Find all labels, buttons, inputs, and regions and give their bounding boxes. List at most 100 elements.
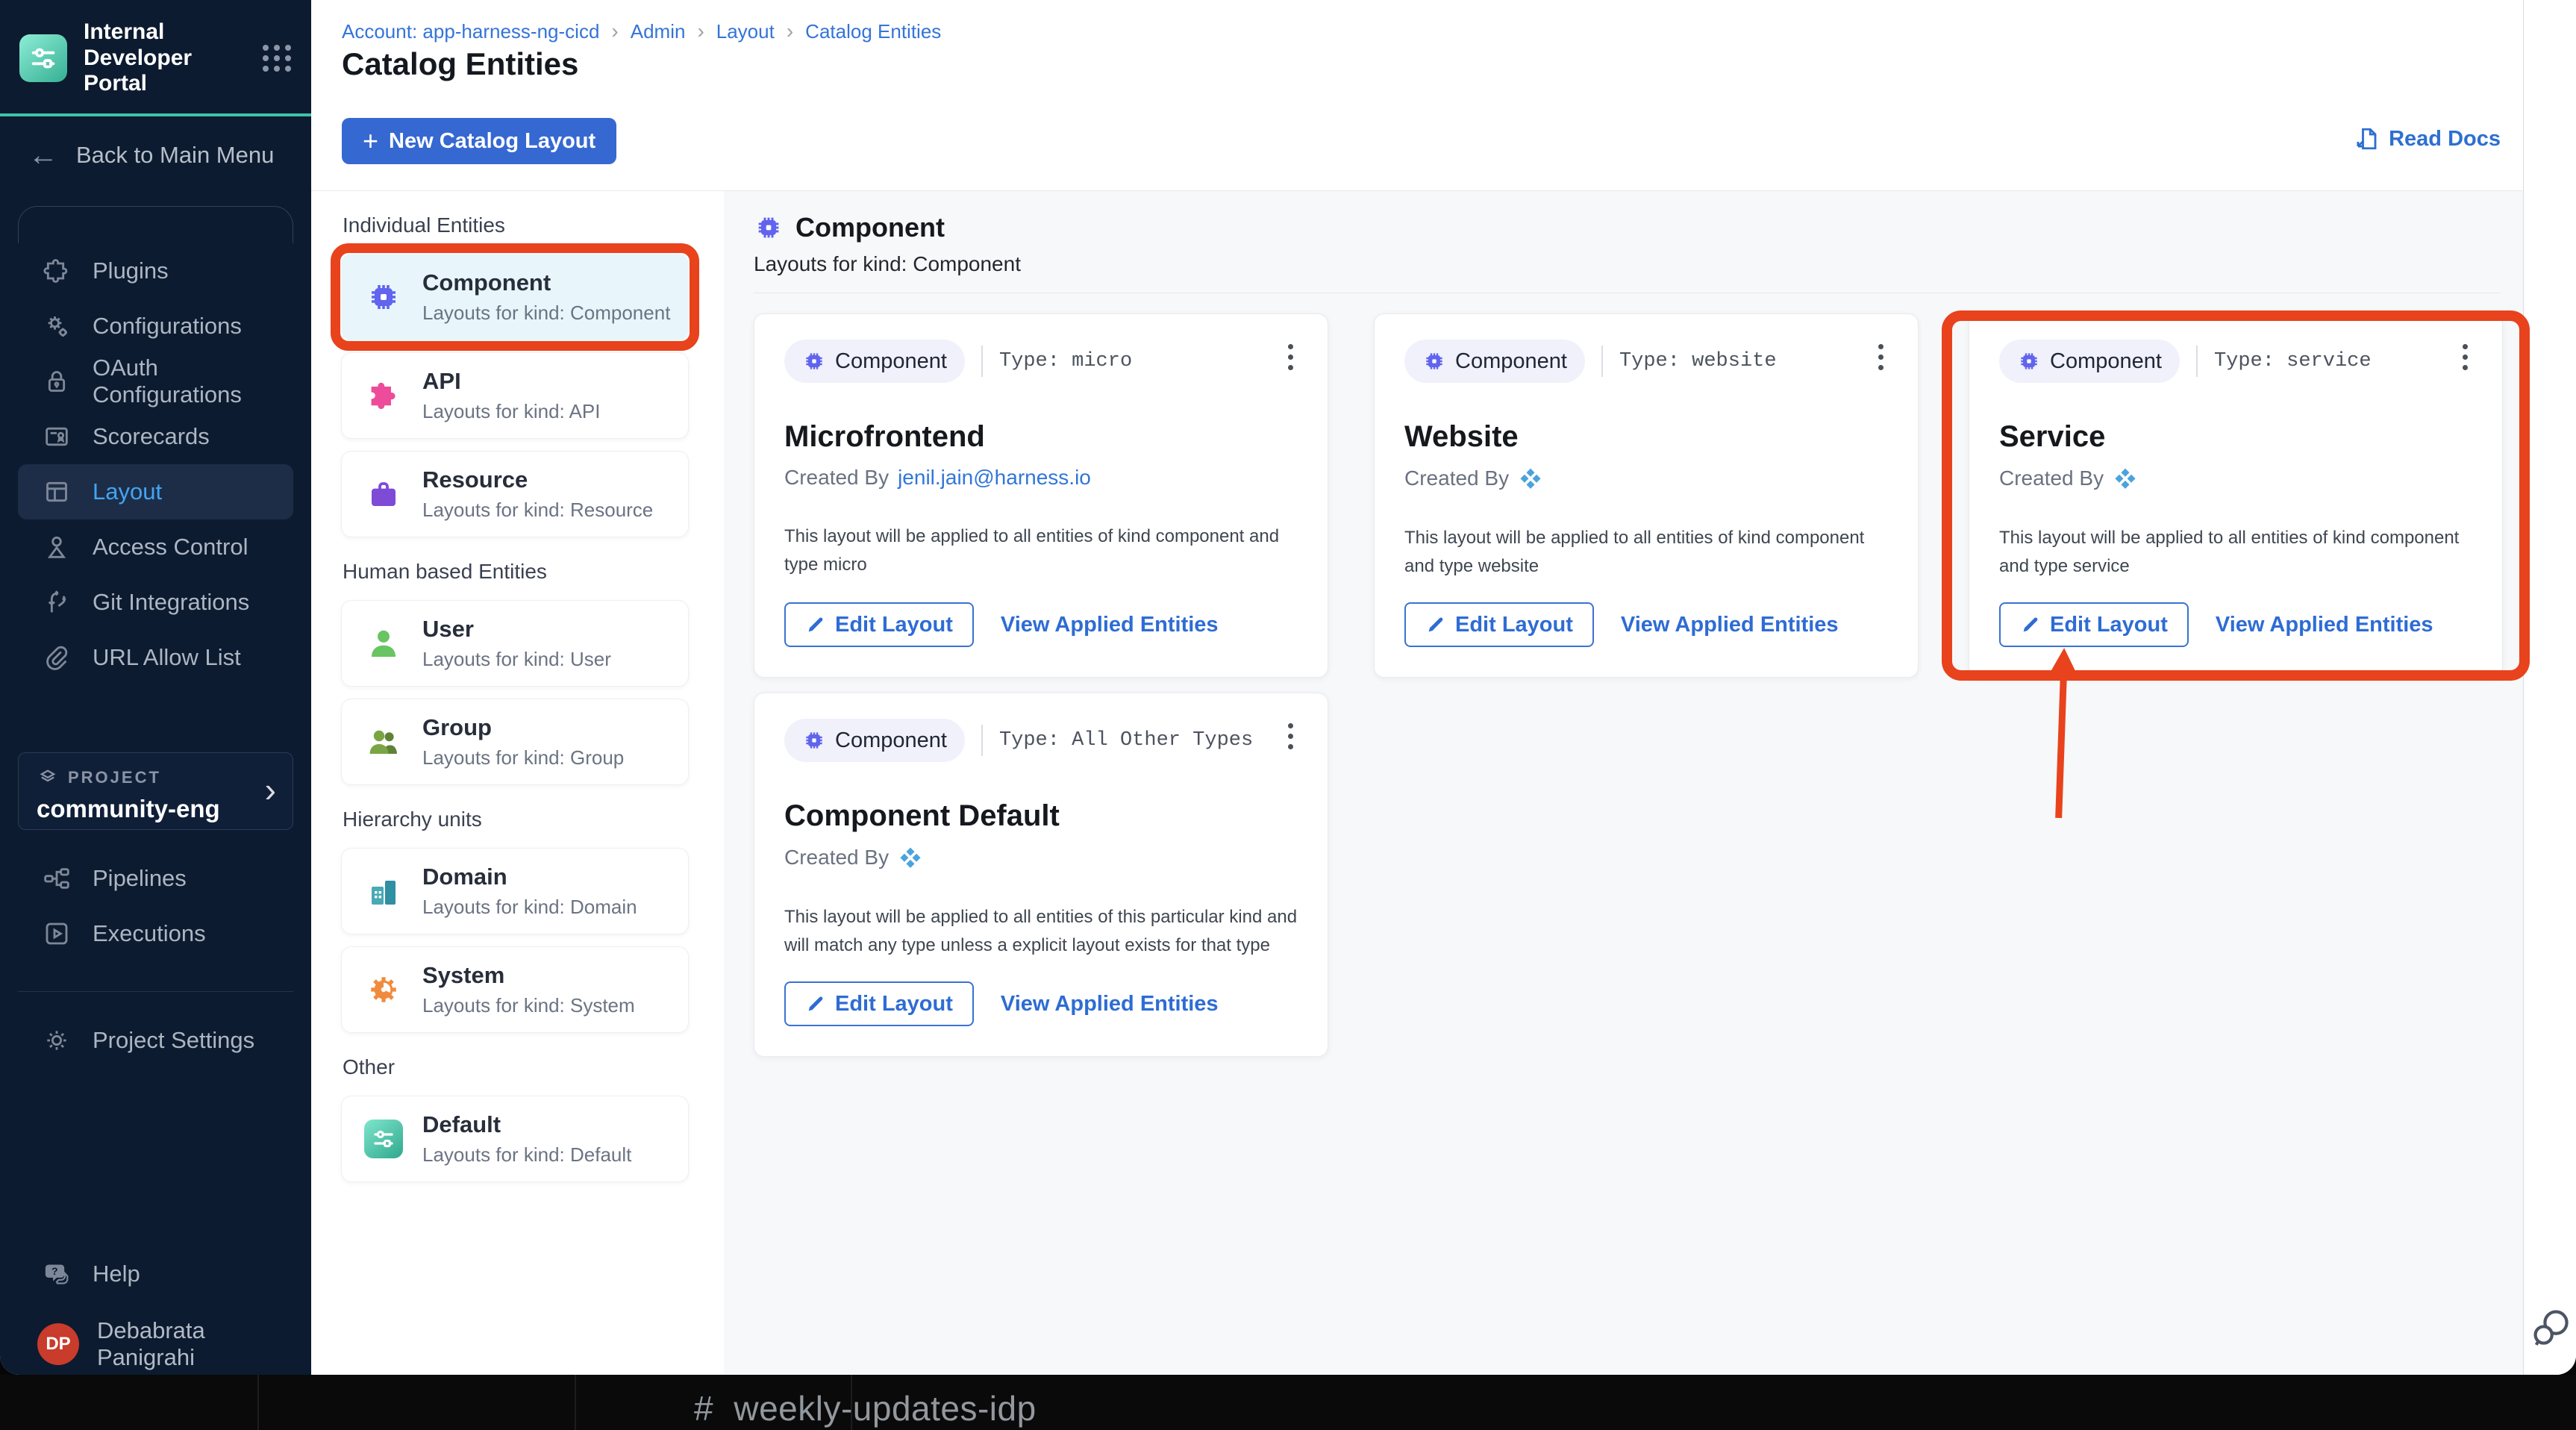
layout-title: Website (1404, 420, 1519, 453)
type-label: Type: website (1619, 350, 1777, 372)
plus-icon: + (363, 125, 379, 156)
entity-subtitle: Layouts for kind: Domain (422, 896, 637, 918)
edit-layout-button[interactable]: Edit Layout (784, 981, 974, 1026)
sidebar-item-label: Configurations (93, 312, 242, 339)
breadcrumb-layout[interactable]: Layout (716, 20, 775, 43)
entity-subtitle: Layouts for kind: Group (422, 746, 625, 769)
layout-title: Microfrontend (784, 420, 985, 453)
puzzle-icon (42, 256, 72, 286)
entity-item-system[interactable]: System Layouts for kind: System (341, 946, 689, 1033)
sidebar-header: Internal Developer Portal (0, 0, 311, 113)
doc-arrow-icon (2357, 128, 2377, 150)
view-applied-entities-link[interactable]: View Applied Entities (2216, 613, 2433, 637)
edit-layout-button[interactable]: Edit Layout (1404, 602, 1594, 647)
kind-badge: Component (784, 719, 965, 762)
entity-item-domain[interactable]: Domain Layouts for kind: Domain (341, 848, 689, 934)
app-title: Internal Developer Portal (84, 19, 193, 96)
entity-name: Default (422, 1111, 501, 1137)
gears-icon (42, 311, 72, 341)
back-to-main-menu[interactable]: ← Back to Main Menu (0, 116, 311, 190)
layout-description: This layout will be applied to all entit… (784, 907, 1298, 956)
chevron-right-icon: › (786, 19, 794, 43)
sidebar-item-scorecards[interactable]: Scorecards (18, 409, 293, 464)
right-gutter (2523, 0, 2576, 1375)
sidebar-item-configurations[interactable]: Configurations (18, 299, 293, 354)
layout-description: This layout will be applied to all entit… (1404, 528, 1865, 577)
background-window-divider (575, 1375, 576, 1430)
entity-name: Resource (422, 466, 528, 493)
sidebar-item-oauth-configurations[interactable]: OAuth Configurations (18, 354, 293, 409)
layout-card-microfrontend: Component Type: micro Microfrontend Crea… (754, 313, 1328, 678)
sidebar-item-pipelines[interactable]: Pipelines (18, 851, 293, 906)
entity-item-resource[interactable]: Resource Layouts for kind: Resource (341, 451, 689, 537)
sidebar-item-executions[interactable]: Executions (18, 906, 293, 961)
entity-item-default[interactable]: Default Layouts for kind: Default (341, 1096, 689, 1182)
kebab-menu-icon[interactable] (1284, 719, 1298, 754)
breadcrumb-account[interactable]: Account: app-harness-ng-cicd (342, 20, 599, 43)
kebab-menu-icon[interactable] (1284, 340, 1298, 375)
main-content: Account: app-harness-ng-cicd › Admin › L… (311, 0, 2530, 1375)
user-menu[interactable]: DP Debabrata Panigrahi (18, 1317, 293, 1370)
breadcrumb-admin[interactable]: Admin (631, 20, 686, 43)
entity-subtitle: Layouts for kind: Resource (422, 499, 654, 521)
sidebar-item-url-allow-list[interactable]: URL Allow List (18, 630, 293, 685)
section-heading: Hierarchy units (343, 808, 482, 831)
avatar: DP (37, 1323, 79, 1365)
edit-layout-label: Edit Layout (2050, 612, 2168, 637)
edit-layout-button-service[interactable]: Edit Layout (1999, 602, 2189, 647)
project-selector[interactable]: PROJECT community-eng › (18, 752, 293, 830)
sidebar-item-layout[interactable]: Layout (18, 463, 293, 519)
help-chat-icon: ? (42, 1259, 72, 1289)
breadcrumb-catalog-entities[interactable]: Catalog Entities (805, 20, 941, 43)
sidebar-item-project-settings[interactable]: Project Settings (18, 1013, 293, 1068)
type-label: Type: All Other Types (998, 729, 1254, 752)
user-icon (364, 624, 403, 663)
kind-badge: Component (1404, 340, 1585, 383)
admin-nav: Plugins Configurations OAuth Configurati… (0, 243, 311, 685)
kebab-menu-icon[interactable] (1874, 340, 1888, 375)
view-applied-entities-link[interactable]: View Applied Entities (1001, 613, 1219, 637)
badge-label: Component (835, 349, 947, 373)
chip-icon (806, 353, 822, 369)
entity-item-api[interactable]: API Layouts for kind: API (341, 352, 689, 439)
background-window-bar: # weekly-updates-idp (0, 1375, 2576, 1430)
badge-label: Component (2050, 349, 2162, 373)
section-heading: Individual Entities (343, 213, 505, 237)
entity-name: Group (422, 714, 492, 740)
entity-item-component[interactable]: Component Layouts for kind: Component (331, 243, 699, 351)
created-by-email-link[interactable]: jenil.jain@harness.io (898, 466, 1091, 490)
view-applied-entities-link[interactable]: View Applied Entities (1621, 613, 1839, 637)
sidebar-item-label: Help (93, 1261, 140, 1287)
sidebar-item-access-control[interactable]: Access Control (18, 519, 293, 575)
harness-user-icon (2115, 468, 2136, 489)
entity-item-group[interactable]: Group Layouts for kind: Group (341, 699, 689, 785)
pencil-icon (808, 996, 823, 1011)
paperclip-icon (42, 643, 72, 672)
harness-user-icon (900, 847, 921, 868)
app-switcher-grid-icon[interactable] (263, 44, 292, 72)
kebab-menu-icon[interactable] (2458, 340, 2472, 375)
sidebar-item-plugins[interactable]: Plugins (18, 243, 293, 299)
layouts-area: Component Layouts for kind: Component Co… (724, 191, 2530, 1375)
read-docs-link[interactable]: Read Docs (2353, 125, 2501, 152)
entity-subtitle: Layouts for kind: User (422, 648, 611, 670)
entity-item-user[interactable]: User Layouts for kind: User (341, 600, 689, 687)
created-by-label: Created By (1999, 466, 2104, 490)
sidebar-item-label: URL Allow List (93, 643, 241, 670)
view-applied-entities-link[interactable]: View Applied Entities (1001, 992, 1219, 1017)
entity-kind-list: Individual Entities Component Layouts fo… (311, 191, 724, 1375)
edit-layout-button[interactable]: Edit Layout (784, 602, 974, 647)
slider-logo-icon (31, 48, 55, 69)
sidebar-item-help[interactable]: ? Help (18, 1246, 293, 1302)
badge-divider (2195, 346, 2198, 377)
layout-title: Service (1999, 420, 2106, 453)
entity-name: API (422, 368, 461, 394)
project-name: community-eng (37, 794, 220, 822)
new-catalog-layout-button[interactable]: + New Catalog Layout (342, 118, 617, 164)
sidebar-item-label: Access Control (93, 533, 248, 560)
chip-icon (1426, 353, 1442, 369)
kind-subtitle: Layouts for kind: Component (754, 252, 1021, 275)
chip-icon (364, 278, 403, 316)
chat-bubbles-icon[interactable] (2530, 1306, 2572, 1348)
sidebar-item-git-integrations[interactable]: Git Integrations (18, 575, 293, 630)
